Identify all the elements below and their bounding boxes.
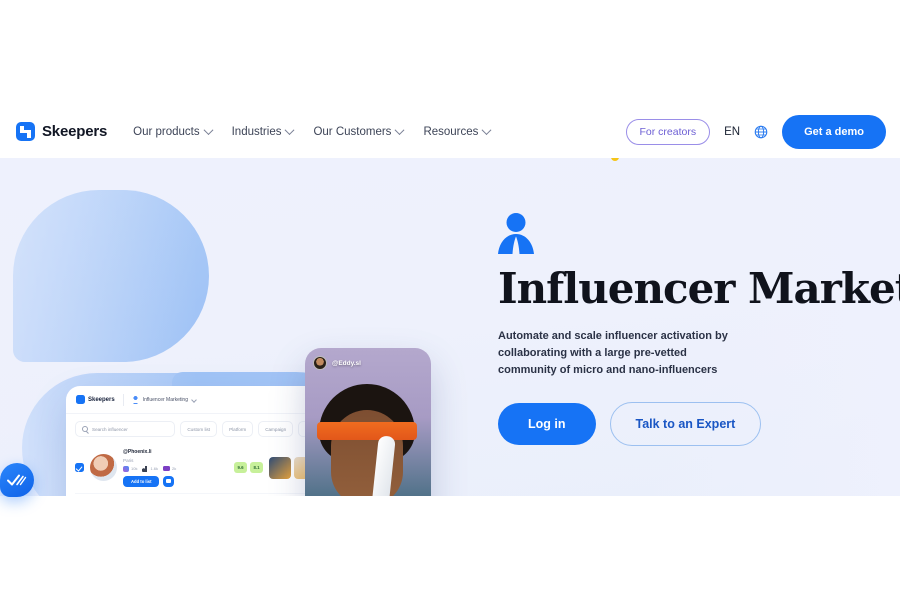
divider (122, 393, 124, 406)
nav-item-label: Our Customers (313, 125, 392, 138)
language-selector[interactable]: EN (724, 126, 740, 138)
person-icon (498, 213, 534, 254)
avatar (90, 454, 117, 482)
chevron-down-icon (203, 125, 214, 136)
dashboard-logo-icon (76, 395, 85, 404)
avatar (313, 356, 327, 370)
chat-widget-button[interactable] (0, 463, 34, 497)
social-stats: 10k 1.6k 2k (123, 465, 228, 472)
stat-value: 10k (131, 466, 138, 472)
score-badges: 9.6 8.1 (234, 462, 263, 474)
skeepers-logo-icon (16, 122, 35, 141)
hero-content: Influencer Marketing Automate and scale … (498, 213, 900, 446)
skeepers-logo[interactable]: Skeepers (16, 122, 107, 141)
table-row[interactable]: @Phoenix.li Paris 10k 1.6k 2k Add to lis… (75, 443, 341, 494)
hero-section: Skeepers Influencer Marketing Search inf… (0, 158, 900, 496)
video-card-handle: @Eddy.sl (332, 359, 361, 367)
filter-custom-list[interactable]: Custom list (180, 421, 218, 437)
row-actions: Add to list (123, 475, 228, 487)
filter-campaign[interactable]: Campaign (258, 421, 294, 437)
nav-item-our-products[interactable]: Our products (133, 125, 214, 138)
tiktok-icon (142, 465, 149, 472)
talk-to-an-expert-button[interactable]: Talk to an Expert (609, 401, 762, 446)
influencer-city: Paris (123, 457, 134, 463)
chevron-down-icon (481, 125, 492, 136)
photo-headband (317, 422, 417, 440)
influencer-handle: @Phoenix.li (123, 449, 152, 455)
stat-value: 2k (172, 466, 177, 472)
brand-name: Skeepers (42, 123, 108, 140)
table-row[interactable]: @Eddy.sl New York 8k 4k (75, 494, 341, 496)
globe-icon[interactable] (754, 125, 768, 139)
influencer-photo (305, 348, 431, 496)
nav-item-label: Resources (423, 125, 479, 138)
decorative-yellow-dot (611, 158, 619, 161)
nav-item-label: Our products (133, 125, 200, 138)
instagram-icon (123, 465, 129, 472)
youtube-stat: 2k (163, 466, 177, 472)
log-in-button[interactable]: Log in (498, 402, 596, 445)
hero-cta-buttons: Log in Talk to an Expert (498, 401, 900, 446)
filter-platform[interactable]: Platform (222, 421, 254, 437)
video-card-header: @Eddy.sl (313, 356, 361, 370)
add-to-list-button[interactable]: Add to list (123, 475, 160, 487)
for-creators-button[interactable]: For creators (625, 118, 711, 145)
person-icon (131, 395, 139, 404)
page-top-whitespace (0, 0, 900, 105)
dashboard-project-name: Influencer Marketing (142, 396, 188, 403)
row-checkbox[interactable] (75, 463, 84, 473)
thumbnail[interactable] (269, 456, 291, 479)
nav-item-resources[interactable]: Resources (423, 125, 492, 138)
nav-item-industries[interactable]: Industries (231, 125, 295, 138)
page-title: Influencer Marketing (498, 264, 900, 313)
nav-links: Our products Industries Our Customers Re… (133, 125, 492, 138)
stat-value: 1.6k (150, 466, 159, 472)
youtube-icon (163, 466, 171, 472)
nav-item-label: Industries (231, 125, 282, 138)
page-bottom-whitespace (0, 496, 900, 600)
decorative-blob-top (13, 190, 209, 362)
double-check-icon (7, 474, 27, 486)
search-input[interactable]: Search influencer (75, 421, 176, 437)
hero-subtitle: Automate and scale influencer activation… (498, 330, 728, 377)
chevron-down-icon (394, 125, 405, 136)
tiktok-stat: 1.6k (142, 465, 159, 472)
nav-item-our-customers[interactable]: Our Customers (313, 125, 405, 138)
chevron-down-icon (191, 396, 197, 403)
message-icon-button[interactable] (163, 475, 175, 487)
instagram-stat: 10k (123, 465, 138, 472)
get-a-demo-button[interactable]: Get a demo (782, 114, 886, 149)
dashboard-logo: Skeepers (76, 395, 115, 404)
status-badge: 8.1 (250, 462, 263, 474)
main-navigation-bar: Skeepers Our products Industries Our Cus… (0, 105, 900, 158)
influencer-video-card[interactable]: @Eddy.sl (305, 348, 431, 496)
chevron-down-icon (285, 125, 295, 136)
row-details: @Phoenix.li Paris 10k 1.6k 2k Add to lis… (123, 449, 228, 487)
search-placeholder: Search influencer (92, 426, 128, 432)
search-icon (82, 426, 88, 432)
nav-right-actions: For creators EN Get a demo (625, 114, 886, 149)
dashboard-project-selector[interactable]: Influencer Marketing (131, 395, 197, 404)
status-badge: 9.6 (234, 462, 247, 474)
dashboard-brand-name: Skeepers (88, 396, 115, 403)
